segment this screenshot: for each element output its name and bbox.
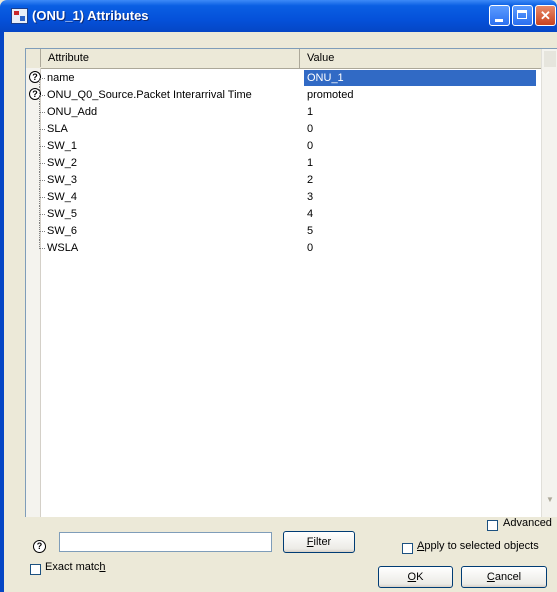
advanced-checkbox[interactable]: [487, 520, 498, 531]
tree-line: [39, 112, 45, 113]
exact-match-mnemonic: h: [99, 561, 106, 573]
attribute-row[interactable]: ? ONU_Q0_Source.Packet Interarrival Time…: [26, 87, 540, 104]
app-icon: [11, 8, 28, 24]
scroll-up-button[interactable]: [544, 51, 556, 67]
attribute-value[interactable]: 0: [307, 123, 313, 135]
attribute-row[interactable]: WSLA 0: [26, 240, 540, 257]
attribute-name: SW_4: [47, 191, 77, 203]
attribute-value[interactable]: 3: [307, 191, 313, 203]
attribute-name: SW_5: [47, 208, 77, 220]
ok-button[interactable]: OK: [378, 566, 453, 588]
attribute-value[interactable]: promoted: [307, 89, 353, 101]
attribute-value-selected[interactable]: ONU_1: [304, 70, 536, 86]
attribute-value[interactable]: 1: [307, 106, 313, 118]
attribute-name: SW_6: [47, 225, 77, 237]
ok-button-mnemonic: O: [407, 571, 417, 583]
scroll-down-icon[interactable]: ▼: [544, 495, 556, 505]
attribute-name: WSLA: [47, 242, 79, 254]
attribute-row[interactable]: SLA 0: [26, 121, 540, 138]
cancel-button-mnemonic: C: [486, 571, 495, 583]
attribute-row[interactable]: SW_6 5: [26, 223, 540, 240]
attribute-row[interactable]: ONU_Add 1: [26, 104, 540, 121]
tree-line: [39, 129, 45, 130]
header-corner: [26, 49, 41, 67]
filter-button-label: ilter: [313, 536, 332, 548]
tree-line: [39, 78, 40, 87]
attribute-value[interactable]: 0: [307, 242, 313, 254]
maximize-icon[interactable]: [512, 5, 533, 26]
exact-match-label-text: Exact matc: [45, 561, 100, 573]
attribute-name: SW_1: [47, 140, 77, 152]
attribute-name: SW_2: [47, 157, 77, 169]
attribute-name: ONU_Add: [47, 106, 98, 118]
apply-selected-label: Apply to selected objects: [417, 540, 539, 552]
attribute-value[interactable]: 2: [307, 174, 313, 186]
tree-line: [39, 248, 45, 249]
column-header-attribute[interactable]: Attribute: [48, 52, 89, 64]
attribute-grid[interactable]: Attribute Value ? name ONU_1 ? ONU_Q0_So…: [25, 48, 557, 517]
grid-header: Attribute Value: [26, 49, 557, 69]
attribute-rows: ? name ONU_1 ? ONU_Q0_Source.Packet Inte…: [26, 70, 540, 257]
close-icon[interactable]: ✕: [535, 5, 556, 26]
attribute-row[interactable]: ? name ONU_1: [26, 70, 540, 87]
tree-line: [39, 163, 45, 164]
filter-input[interactable]: [59, 532, 272, 552]
attribute-row[interactable]: SW_4 3: [26, 189, 540, 206]
column-header-value[interactable]: Value: [307, 52, 334, 64]
tree-line: [39, 231, 45, 232]
filter-button-mnemonic: F: [306, 536, 314, 548]
attribute-name: ONU_Q0_Source.Packet Interarrival Time: [47, 89, 252, 101]
attribute-row[interactable]: SW_2 1: [26, 155, 540, 172]
attribute-row[interactable]: SW_1 0: [26, 138, 540, 155]
attribute-name: SLA: [47, 123, 68, 135]
advanced-label: Advanced: [503, 517, 552, 529]
tree-line: [39, 146, 45, 147]
vertical-scrollbar[interactable]: ▼: [541, 49, 557, 517]
column-separator[interactable]: [299, 49, 300, 68]
title-bar[interactable]: (ONU_1) Attributes ✕: [0, 0, 557, 32]
cancel-button-label: ancel: [494, 571, 522, 583]
exact-match-label: Exact match: [45, 561, 106, 573]
tree-line: [39, 180, 45, 181]
attribute-name: name: [47, 72, 75, 84]
apply-selected-checkbox[interactable]: [402, 543, 413, 554]
tree-line: [39, 197, 45, 198]
exact-match-checkbox[interactable]: [30, 564, 41, 575]
attribute-value[interactable]: 0: [307, 140, 313, 152]
filter-button[interactable]: Filter: [283, 531, 355, 553]
attribute-row[interactable]: SW_5 4: [26, 206, 540, 223]
attribute-value[interactable]: 5: [307, 225, 313, 237]
tree-line: [39, 95, 45, 96]
tree-line: [39, 78, 45, 79]
attribute-name: SW_3: [47, 174, 77, 186]
attribute-value[interactable]: 4: [307, 208, 313, 220]
window-title: (ONU_1) Attributes: [32, 8, 149, 23]
filter-help-icon[interactable]: ?: [33, 540, 46, 553]
cancel-button[interactable]: Cancel: [461, 566, 547, 588]
window-frame: [0, 32, 4, 592]
apply-selected-label-rest: pply to selected objects: [424, 540, 539, 552]
attribute-value[interactable]: 1: [307, 157, 313, 169]
attribute-row[interactable]: SW_3 2: [26, 172, 540, 189]
tree-line: [39, 214, 45, 215]
minimize-icon[interactable]: [489, 5, 510, 26]
ok-button-label: K: [416, 571, 424, 583]
